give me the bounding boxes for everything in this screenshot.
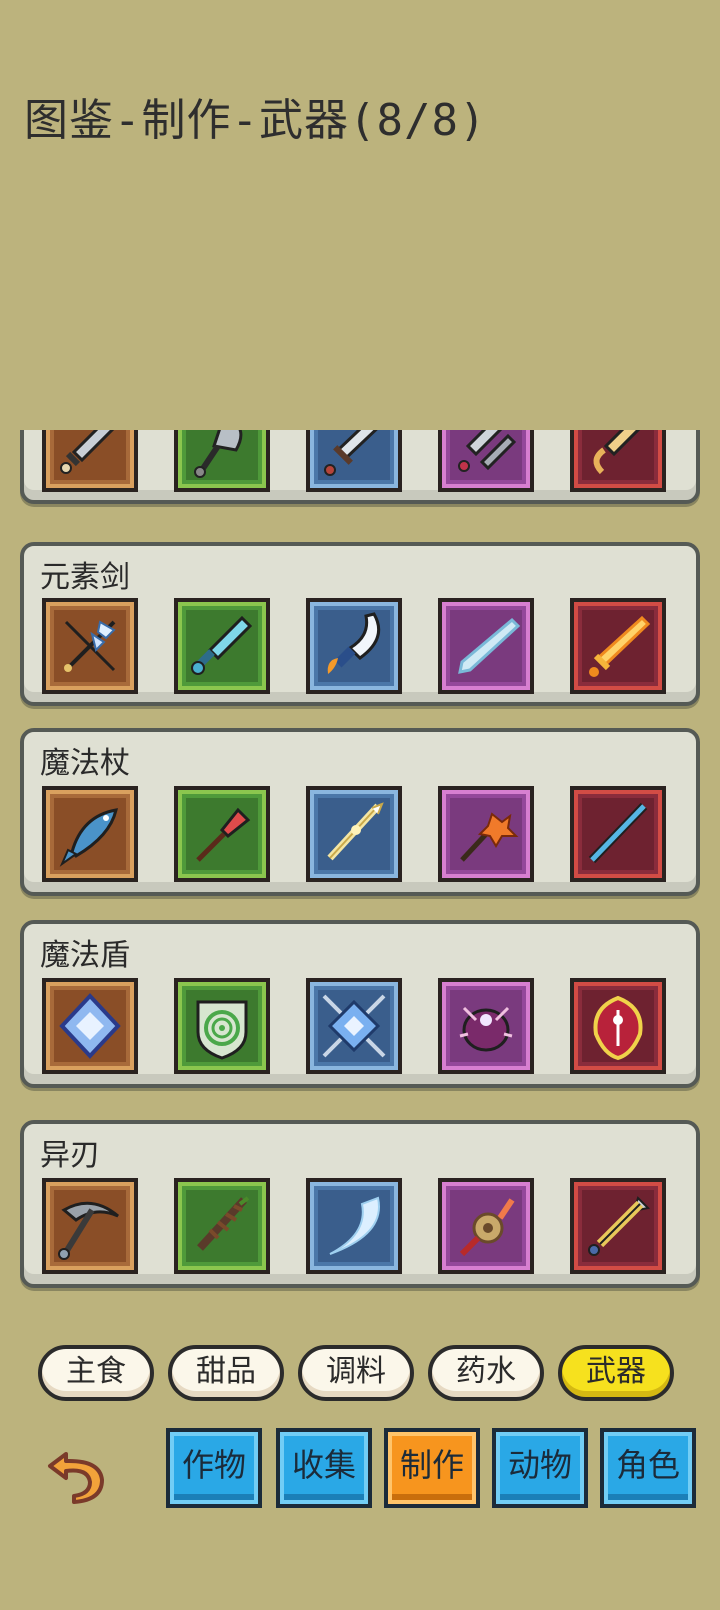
tab-potion[interactable]: 药水 xyxy=(428,1345,544,1401)
gear-blade-icon xyxy=(459,1198,515,1257)
panel-label: 魔法盾 xyxy=(40,938,130,973)
weapon-slot[interactable] xyxy=(42,1178,138,1274)
fish-staff-icon xyxy=(59,808,118,867)
weapon-slot[interactable] xyxy=(306,786,402,882)
pickaxe-icon xyxy=(58,1201,119,1260)
crescent-blade-icon xyxy=(329,1196,380,1255)
axe-blade-icon xyxy=(194,430,243,478)
category-tabs: 主食 甜品 调料 药水 武器 xyxy=(38,1345,678,1405)
flame-scimitar-icon xyxy=(327,612,381,674)
nav-crafting[interactable]: 制作 xyxy=(384,1428,480,1508)
weapon-slot[interactable] xyxy=(42,786,138,882)
blue-rod-icon xyxy=(588,802,648,864)
undo-arrow-icon xyxy=(48,1452,104,1504)
tab-staple-food[interactable]: 主食 xyxy=(38,1345,154,1401)
weapon-panel-magic-staff: 魔法杖 xyxy=(20,728,700,896)
panel-label: 异刃 xyxy=(40,1138,100,1173)
golden-sword-icon xyxy=(593,430,641,475)
weapon-slot[interactable] xyxy=(570,598,666,694)
panel-label: 元素剑 xyxy=(40,560,130,595)
weapon-slot[interactable] xyxy=(570,786,666,882)
broadsword-icon xyxy=(324,430,378,476)
weapon-slot[interactable] xyxy=(438,430,534,492)
tab-weapon[interactable]: 武器 xyxy=(558,1345,674,1401)
weapon-slot[interactable] xyxy=(42,978,138,1074)
weapon-slot[interactable] xyxy=(174,430,270,492)
beetle-shield-icon xyxy=(459,1006,513,1052)
crystal-sword-icon xyxy=(191,615,253,675)
ice-shard-sword-icon xyxy=(458,617,521,674)
weapon-slot[interactable] xyxy=(174,786,270,882)
page-title: 图鉴-制作-武器(8/8) xyxy=(24,95,487,146)
panel-label: 魔法杖 xyxy=(40,746,130,781)
weapon-slot[interactable] xyxy=(306,430,402,492)
flower-staff-icon xyxy=(460,812,519,862)
weapon-slot[interactable] xyxy=(570,430,666,492)
weapon-panel-strange-blade: 异刃 xyxy=(20,1120,700,1288)
fire-sword-icon xyxy=(589,615,651,677)
crossed-shield-icon xyxy=(322,994,386,1058)
vine-blade-icon xyxy=(197,1196,250,1251)
red-beetle-shield-icon xyxy=(593,995,643,1061)
weapon-slot[interactable] xyxy=(438,978,534,1074)
weapon-slot[interactable] xyxy=(174,1178,270,1274)
tab-dessert[interactable]: 甜品 xyxy=(168,1345,284,1401)
weapon-slot[interactable] xyxy=(42,598,138,694)
weapon-slot[interactable] xyxy=(306,1178,402,1274)
weapon-slot[interactable] xyxy=(438,598,534,694)
red-crystal-staff-icon xyxy=(196,807,251,862)
spiral-shield-icon xyxy=(196,1000,248,1060)
golden-staff-icon xyxy=(327,802,384,861)
nav-animals[interactable]: 动物 xyxy=(492,1428,588,1508)
weapon-slot[interactable] xyxy=(174,978,270,1074)
twin-blades-icon xyxy=(458,430,517,472)
dagger-icon xyxy=(60,430,115,474)
nav-crops[interactable]: 作物 xyxy=(166,1428,262,1508)
weapon-slot[interactable] xyxy=(570,978,666,1074)
weapon-list[interactable]: 元素剑 魔法杖 魔法盾 异刃 xyxy=(0,430,720,1330)
weapon-slot[interactable] xyxy=(306,598,402,694)
golden-hilt-icon xyxy=(588,1196,651,1256)
crossed-ice-sword-icon xyxy=(64,620,116,672)
nav-characters[interactable]: 角色 xyxy=(600,1428,696,1508)
diamond-shield-icon xyxy=(59,993,121,1059)
tab-seasoning[interactable]: 调料 xyxy=(298,1345,414,1401)
weapon-slot[interactable] xyxy=(42,430,138,492)
weapon-panel-basic xyxy=(20,430,700,504)
weapon-panel-elemental-sword: 元素剑 xyxy=(20,542,700,706)
weapon-slot[interactable] xyxy=(438,786,534,882)
weapon-slot[interactable] xyxy=(570,1178,666,1274)
nav-collection[interactable]: 收集 xyxy=(276,1428,372,1508)
back-button[interactable] xyxy=(44,1440,110,1506)
weapon-slot[interactable] xyxy=(174,598,270,694)
weapon-panel-magic-shield: 魔法盾 xyxy=(20,920,700,1088)
weapon-slot[interactable] xyxy=(438,1178,534,1274)
weapon-slot[interactable] xyxy=(306,978,402,1074)
